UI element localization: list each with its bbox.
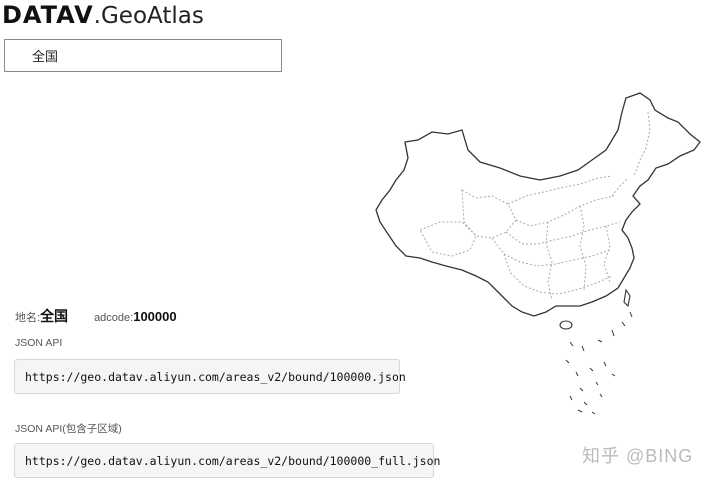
json-api-full-label: JSON API(包含子区域) — [15, 423, 122, 435]
taiwan-island — [623, 288, 631, 308]
watermark: 知乎 @BING — [582, 446, 694, 466]
south-sea-islands — [565, 311, 633, 415]
json-api-label: JSON API — [15, 337, 63, 349]
province-boundaries — [419, 111, 651, 301]
logo-product: .GeoAtlas — [93, 3, 204, 29]
china-map[interactable] — [360, 88, 710, 418]
logo-brand: DATAV — [2, 1, 94, 29]
name-value: 全国 — [40, 308, 69, 324]
region-info: 地名: 全国 adcode: 100000 — [15, 306, 177, 324]
adcode-value: 100000 — [133, 309, 177, 324]
hainan-island — [559, 320, 573, 330]
region-select-value: 全国 — [32, 49, 59, 64]
name-label: 地名: — [15, 312, 41, 324]
adcode-label: adcode: — [94, 312, 134, 324]
region-select[interactable]: 全国 — [4, 39, 282, 72]
map-outline — [375, 92, 701, 317]
json-api-url[interactable]: https://geo.datav.aliyun.com/areas_v2/bo… — [14, 359, 406, 394]
datav-logo[interactable]: DATAV .GeoAtlas — [2, 1, 204, 31]
json-api-full-url[interactable]: https://geo.datav.aliyun.com/areas_v2/bo… — [14, 443, 440, 478]
